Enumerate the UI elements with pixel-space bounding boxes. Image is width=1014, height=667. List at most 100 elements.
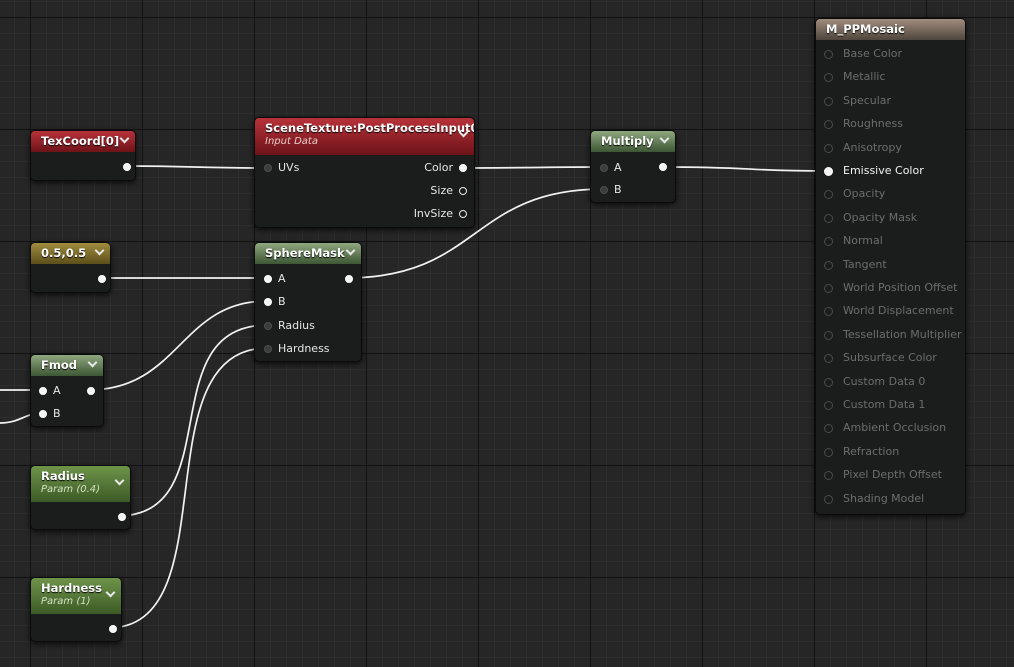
material-input-label: Pixel Depth Offset xyxy=(843,468,942,482)
hollow-circle-icon xyxy=(824,284,833,293)
spheremask-output-pin[interactable] xyxy=(339,272,353,286)
multiply-output-pin[interactable] xyxy=(653,160,667,174)
material-result-header[interactable]: M_PPMosaic xyxy=(816,19,965,40)
radius-param-subtitle: Param (0.4) xyxy=(41,484,101,495)
fmod-title: Fmod xyxy=(41,358,77,372)
chevron-down-icon[interactable] xyxy=(344,246,356,258)
constant-output-pin[interactable] xyxy=(92,272,106,286)
multiply-input-a[interactable]: A xyxy=(600,161,636,175)
material-input-label: Emissive Color xyxy=(843,164,924,177)
hardness-param-subtitle: Param (1) xyxy=(41,596,91,607)
spheremask-input-hardness[interactable]: Hardness xyxy=(264,342,344,356)
scene-texture-node[interactable]: SceneTexture:PostProcessInput0 Input Dat… xyxy=(254,117,475,228)
scene-texture-output-color[interactable]: Color xyxy=(387,161,467,175)
material-input-label: Specular xyxy=(843,93,892,107)
chevron-down-icon[interactable] xyxy=(93,246,105,258)
scene-texture-output-invsize-label: InvSize xyxy=(413,207,453,220)
scene-texture-title: SceneTexture:PostProcessInput0 xyxy=(265,121,475,135)
material-input-label: Base Color xyxy=(843,47,903,60)
hollow-circle-icon xyxy=(824,73,833,83)
spheremask-input-radius[interactable]: Radius xyxy=(264,319,344,333)
texcoord-output-pin[interactable] xyxy=(117,160,131,174)
wire-hardness-to-spheremask-hardness xyxy=(107,347,269,629)
wire-color-to-multiply-a xyxy=(460,166,605,169)
spheremask-header[interactable]: SphereMask xyxy=(255,243,361,264)
filled-circle-icon xyxy=(123,163,131,171)
hollow-circle-icon xyxy=(824,50,833,59)
filled-circle-icon xyxy=(39,387,47,395)
chevron-down-icon[interactable] xyxy=(113,476,125,488)
material-input-label: Refraction xyxy=(843,444,900,458)
material-input-label: World Position Offset xyxy=(843,281,958,294)
spheremask-input-b[interactable]: B xyxy=(264,295,304,309)
hollow-circle-icon xyxy=(264,322,272,330)
material-input-label: Ambient Occlusion xyxy=(843,421,947,435)
hardness-param-title: Hardness xyxy=(41,581,102,595)
material-result-node[interactable]: M_PPMosaic Base Color Metallic Specular Rou… xyxy=(815,18,966,515)
fmod-node[interactable]: Fmod A B xyxy=(30,354,104,427)
multiply-node[interactable]: Multiply A B xyxy=(590,130,676,203)
material-input-label: Custom Data 1 xyxy=(843,398,926,411)
hollow-circle-icon xyxy=(824,354,833,364)
scene-texture-header[interactable]: SceneTexture:PostProcessInput0 Input Dat… xyxy=(255,118,474,155)
hollow-circle-icon xyxy=(824,213,833,223)
texcoord-node[interactable]: TexCoord[0] xyxy=(30,130,136,181)
hollow-circle-icon xyxy=(600,186,608,194)
constant-title: 0.5,0.5 xyxy=(41,246,87,260)
chevron-down-icon[interactable] xyxy=(86,358,98,370)
chevron-down-icon[interactable] xyxy=(658,134,670,146)
scene-texture-output-size[interactable]: Size xyxy=(387,184,467,198)
material-input-label: Tessellation Multiplier xyxy=(843,327,962,341)
multiply-input-a-label: A xyxy=(614,161,622,174)
material-input-label: Anisotropy xyxy=(843,140,902,154)
filled-circle-icon xyxy=(264,298,272,306)
multiply-input-b[interactable]: B xyxy=(600,183,636,197)
chevron-down-icon[interactable] xyxy=(104,588,116,600)
scene-texture-output-invsize[interactable]: InvSize xyxy=(387,207,467,221)
fmod-input-b[interactable]: B xyxy=(39,407,69,421)
constant-node[interactable]: 0.5,0.5 xyxy=(30,242,111,293)
hollow-circle-icon xyxy=(824,401,833,410)
hollow-circle-icon xyxy=(824,447,833,457)
radius-param-output-pin[interactable] xyxy=(112,510,126,524)
hardness-param-header[interactable]: Hardness Param (1) xyxy=(31,578,121,614)
fmod-input-a-label: A xyxy=(53,384,61,397)
chevron-down-icon[interactable] xyxy=(457,128,469,140)
spheremask-node[interactable]: SphereMask A B Radius Hardness xyxy=(254,242,362,362)
texcoord-header[interactable]: TexCoord[0] xyxy=(31,131,135,152)
filled-circle-icon xyxy=(39,410,47,418)
fmod-input-b-label: B xyxy=(53,407,61,420)
chevron-down-icon[interactable] xyxy=(118,134,130,146)
wire-fmod-to-spheremask-b xyxy=(87,300,268,391)
hollow-circle-icon xyxy=(264,164,272,172)
hardness-param-node[interactable]: Hardness Param (1) xyxy=(30,577,122,642)
scene-texture-input-uvs[interactable]: UVs xyxy=(264,161,324,175)
filled-circle-icon xyxy=(109,625,117,633)
spheremask-input-a[interactable]: A xyxy=(264,272,304,286)
hardness-param-output-pin[interactable] xyxy=(103,622,117,636)
spheremask-input-a-label: A xyxy=(278,272,286,285)
scene-texture-input-uvs-label: UVs xyxy=(278,161,300,174)
hollow-circle-icon xyxy=(824,494,833,504)
material-input-label: Normal xyxy=(843,234,883,248)
fmod-output-pin[interactable] xyxy=(81,384,95,398)
multiply-header[interactable]: Multiply xyxy=(591,131,675,152)
spheremask-input-radius-label: Radius xyxy=(278,319,315,332)
constant-header[interactable]: 0.5,0.5 xyxy=(31,243,110,264)
hollow-circle-icon xyxy=(824,307,833,317)
filled-circle-icon xyxy=(87,387,95,395)
hollow-circle-icon xyxy=(824,190,833,200)
fmod-header[interactable]: Fmod xyxy=(31,355,103,376)
spheremask-input-hardness-label: Hardness xyxy=(278,342,330,355)
filled-circle-icon xyxy=(824,167,833,176)
material-input-label: Opacity xyxy=(843,187,886,201)
hollow-circle-icon xyxy=(824,377,833,387)
hollow-circle-icon xyxy=(264,345,272,353)
material-input-label: Metallic xyxy=(843,70,886,84)
filled-circle-icon xyxy=(264,275,272,283)
scene-texture-subtitle: Input Data xyxy=(265,136,318,147)
radius-param-node[interactable]: Radius Param (0.4) xyxy=(30,465,131,530)
radius-param-header[interactable]: Radius Param (0.4) xyxy=(31,466,130,502)
fmod-input-a[interactable]: A xyxy=(39,384,69,398)
material-input-label: Custom Data 0 xyxy=(843,374,926,388)
